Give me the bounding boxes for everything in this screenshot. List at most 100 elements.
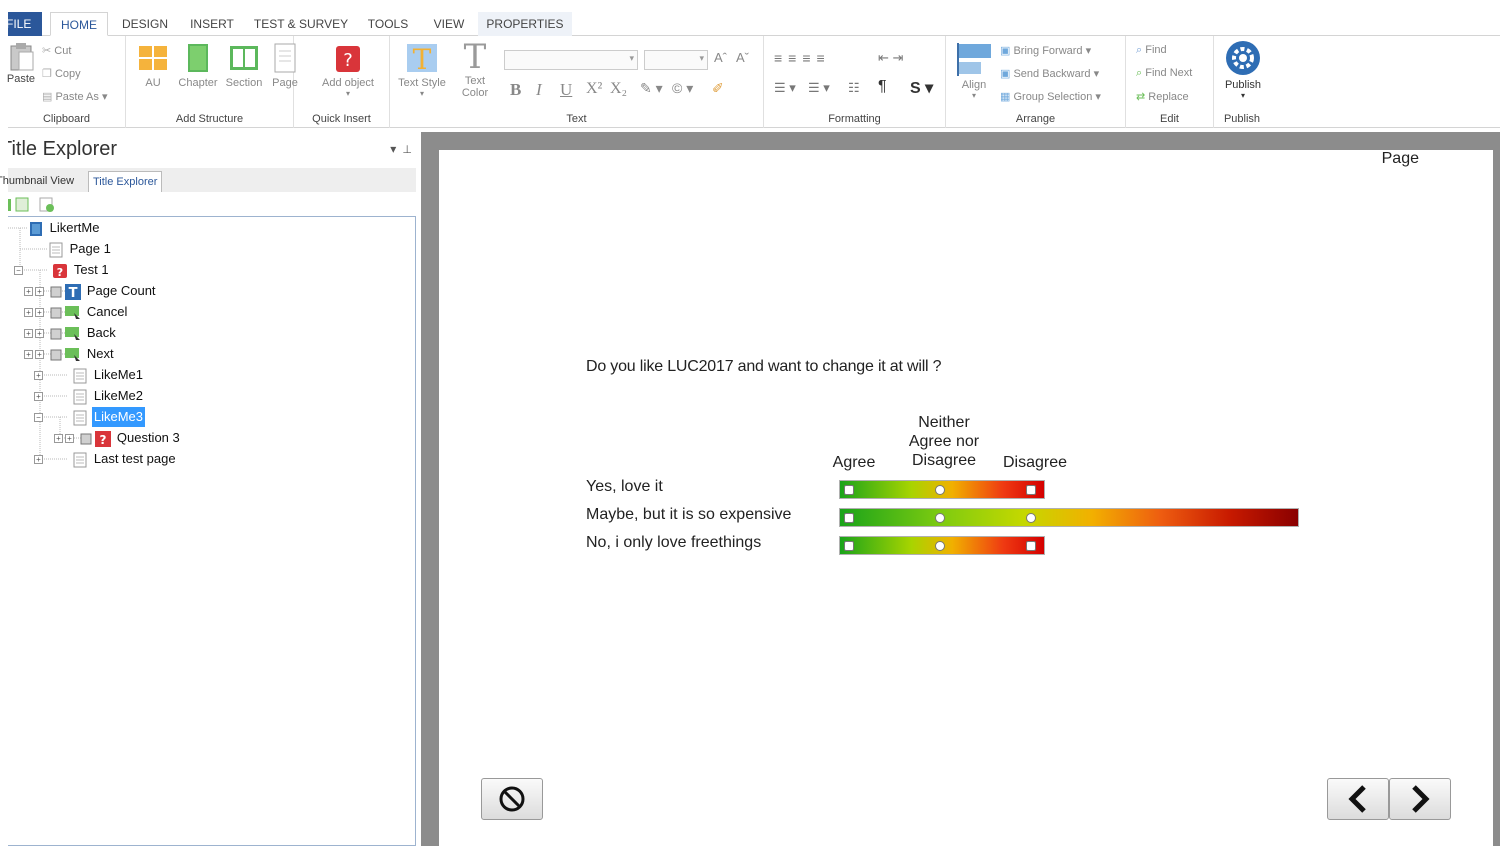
group-selection-button[interactable]: ▦ Group Selection ▾	[1000, 90, 1101, 103]
tree-node-likeme2[interactable]: + LikeMe2	[34, 386, 145, 406]
grow-font-button[interactable]: Aˆ	[714, 50, 727, 65]
question-text[interactable]: Do you like LUC2017 and want to change i…	[586, 358, 942, 376]
tab-tools[interactable]: TOOLS	[360, 12, 416, 36]
tab-label: VIEW	[433, 17, 465, 31]
tab-title-explorer[interactable]: Title Explorer	[88, 171, 163, 192]
tab-design[interactable]: DESIGN	[116, 12, 174, 36]
bring-forward-button[interactable]: ▣ Bring Forward ▾	[1000, 44, 1091, 57]
align-button[interactable]: Align ▾	[956, 42, 992, 100]
tree-node-page-count[interactable]: + + T Page Count	[24, 281, 158, 301]
expand-icon[interactable]: +	[35, 308, 44, 318]
find-next-button[interactable]: ⌕ Find Next	[1136, 67, 1192, 80]
font-family-select[interactable]: ▾	[504, 50, 638, 70]
symbol-button[interactable]: © ▾	[672, 80, 693, 97]
option-disagree-radio[interactable]	[1026, 513, 1036, 523]
tree-node-next[interactable]: + + Next	[24, 344, 116, 364]
option-agree-radio[interactable]	[844, 513, 854, 523]
font-size-select[interactable]: ▾	[644, 50, 708, 70]
indent-buttons[interactable]: ⇤ ⇥	[878, 50, 903, 66]
numbering-button[interactable]: ☰ ▾	[808, 80, 830, 96]
expand-icon[interactable]: +	[24, 287, 33, 297]
tab-view[interactable]: VIEW	[424, 12, 474, 36]
text-color-button[interactable]: T Text Color	[454, 37, 496, 99]
tab-thumbnail-view[interactable]: Thumbnail View	[0, 171, 78, 192]
tree-node-question-3[interactable]: + + ? Question 3	[54, 428, 182, 448]
expand-icon[interactable]: +	[54, 434, 63, 444]
tree-node-likeme1[interactable]: + LikeMe1	[34, 365, 145, 385]
expand-icon[interactable]: +	[24, 308, 33, 318]
paste-as-button[interactable]: ▤ Paste As ▾	[42, 90, 107, 103]
expand-icon[interactable]: +	[34, 371, 43, 381]
gear-icon	[1226, 41, 1260, 75]
svg-text:?: ?	[57, 266, 63, 279]
chevron-left-icon	[1348, 785, 1366, 813]
cut-button[interactable]: ✂ Cut	[42, 44, 71, 57]
option-neutral-radio[interactable]	[935, 541, 945, 551]
explorer-tabs: Thumbnail View Title Explorer	[0, 168, 416, 192]
tree-node-back[interactable]: + + Back	[24, 323, 118, 343]
collapse-icon[interactable]: −	[14, 266, 23, 276]
shrink-font-button[interactable]: Aˇ	[736, 50, 749, 65]
bold-button[interactable]: B	[510, 80, 521, 100]
line-spacing-button[interactable]: ☷	[848, 80, 860, 96]
back-button[interactable]	[1327, 778, 1389, 820]
explorer-toolbar	[8, 196, 108, 214]
svg-text:?: ?	[343, 50, 353, 71]
page-canvas[interactable]: Page Do you like LUC2017 and want to cha…	[439, 150, 1493, 846]
italic-button[interactable]: I	[536, 80, 542, 100]
tree-node-likertme[interactable]: LikertMe	[28, 218, 101, 238]
find-button[interactable]: ⌕ Find	[1136, 44, 1167, 57]
highlight-button[interactable]: ✎ ▾	[640, 80, 663, 97]
tab-properties[interactable]: PROPERTIES	[478, 12, 572, 36]
tab-home[interactable]: HOME	[50, 12, 108, 36]
option-disagree-radio[interactable]	[1026, 485, 1036, 495]
option-neutral-radio[interactable]	[935, 485, 945, 495]
tab-insert[interactable]: INSERT	[184, 12, 240, 36]
option-agree-radio[interactable]	[844, 541, 854, 551]
expand-icon[interactable]: +	[35, 287, 44, 297]
option-agree-radio[interactable]	[844, 485, 854, 495]
page-count-text[interactable]: Page	[1382, 150, 1419, 168]
expand-icon[interactable]: +	[65, 434, 74, 444]
strikethrough-button[interactable]: S ▾	[910, 78, 933, 98]
add-object-button[interactable]: ? Add object ▾	[316, 42, 380, 98]
copy-button[interactable]: ❐ Copy	[42, 67, 81, 80]
expand-icon[interactable]: +	[34, 392, 43, 402]
strikethrough-icon: S	[910, 80, 921, 97]
tree-node-last-test-page[interactable]: + Last test page	[34, 449, 178, 469]
option-neutral-radio[interactable]	[935, 513, 945, 523]
tab-file[interactable]: FILE	[6, 12, 42, 36]
expand-icon[interactable]: +	[24, 350, 33, 360]
expand-icon[interactable]: +	[35, 329, 44, 339]
tab-test-survey[interactable]: TEST & SURVEY	[252, 12, 350, 36]
collapse-icon[interactable]: −	[34, 413, 43, 423]
next-button[interactable]	[1389, 778, 1451, 820]
tree-node-page-1[interactable]: Page 1	[48, 239, 113, 259]
cancel-button[interactable]	[481, 778, 543, 820]
section-button[interactable]: Section	[222, 42, 266, 89]
option-disagree-radio[interactable]	[1026, 541, 1036, 551]
underline-button[interactable]: U	[560, 80, 572, 100]
replace-button[interactable]: ⇄ Replace	[1136, 90, 1189, 103]
subscript-button[interactable]: X₂	[610, 80, 627, 98]
expand-icon[interactable]: +	[24, 329, 33, 339]
show-formatting-button[interactable]: ¶	[878, 78, 887, 96]
tree-node-test-1[interactable]: − ? Test 1	[14, 260, 111, 280]
tree-node-likeme3[interactable]: − LikeMe3	[34, 407, 146, 427]
bullets-button[interactable]: ☰ ▾	[774, 80, 796, 96]
format-painter-button[interactable]: ✐	[712, 80, 724, 97]
copy-label: Copy	[54, 68, 81, 80]
panel-options[interactable]: ▾ ⊥	[390, 142, 412, 156]
visibility-icon	[50, 286, 62, 298]
tree-node-cancel[interactable]: + + Cancel	[24, 302, 129, 322]
superscript-button[interactable]: X²	[586, 80, 602, 98]
send-backward-button[interactable]: ▣ Send Backward ▾	[1000, 67, 1099, 80]
publish-button[interactable]: Publish ▾	[1218, 40, 1268, 100]
expand-icon[interactable]: +	[35, 350, 44, 360]
chapter-button[interactable]: Chapter	[178, 42, 218, 89]
expand-icon[interactable]: +	[34, 455, 43, 465]
paste-button[interactable]: Paste	[4, 42, 38, 85]
alignment-buttons[interactable]: ≡≡≡≡	[774, 50, 831, 66]
au-button[interactable]: AU	[134, 42, 172, 89]
text-style-button[interactable]: T Text Style ▾	[396, 42, 448, 98]
